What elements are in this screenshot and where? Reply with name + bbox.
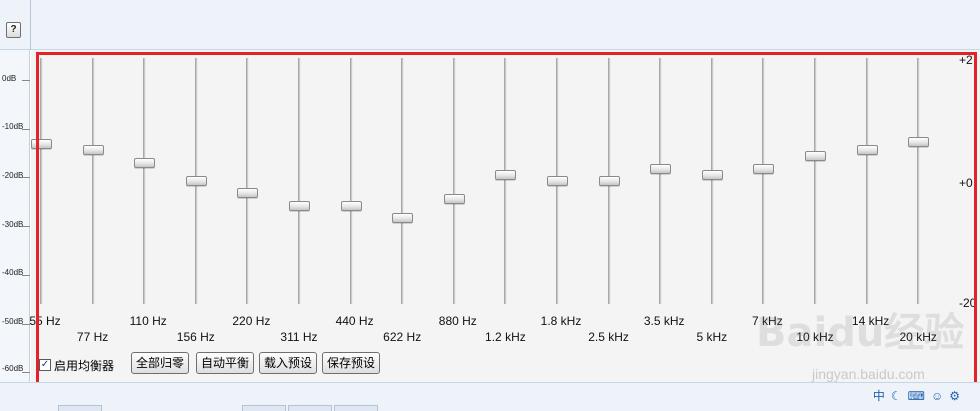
eq-slider-track-13[interactable] [710,58,714,304]
left-db-ruler: 0dB -10dB -20dB -30dB -40dB -50dB -60dB [0,50,30,382]
db-label-2: -20dB [2,171,24,180]
auto-balance-button[interactable]: 自动平衡 [196,352,255,374]
band-frequency-label: 2.5 kHz [588,330,629,344]
eq-slider-thumb-16[interactable] [856,145,878,156]
ruler-tick [22,372,30,374]
ruler-tick [22,80,30,81]
eq-slider-track-17[interactable] [917,58,921,304]
reset-all-button[interactable]: 全部归零 [131,352,190,374]
moon-icon[interactable]: ☾ [891,389,902,403]
taskbar-tab[interactable] [334,405,378,411]
band-frequency-label: 55 Hz [29,314,61,328]
eq-slider-track-0[interactable] [40,58,43,304]
right-scale-mid: +0 [959,176,973,190]
db-label-4: -40dB [2,268,24,277]
check-icon: ✓ [39,359,51,371]
band-frequency-label: 110 Hz [129,314,167,328]
eq-slider-thumb-13[interactable] [701,169,723,180]
eq-slider-track-16[interactable] [865,58,869,304]
load-preset-button[interactable]: 载入预设 [259,352,318,374]
band-frequency-label: 3.5 kHz [643,314,685,328]
db-label-3: -30dB [2,220,24,229]
bottom-taskbar: 中 ☾ ⌨ ☺ ⚙ [0,382,980,411]
db-label-1: -10dB [2,122,24,131]
eq-slider-track-14[interactable] [762,58,766,304]
band-frequency-label: 5 kHz [696,330,728,344]
eq-slider-thumb-4[interactable] [237,188,259,199]
eq-slider-thumb-6[interactable] [340,200,362,211]
enable-equalizer-label: 启用均衡器 [54,358,115,373]
ruler-tick [22,274,30,276]
taskbar-tab[interactable] [58,405,102,411]
eq-slider-track-15[interactable] [814,58,817,304]
eq-slider-track-7[interactable] [401,58,405,304]
band-frequency-label: 311 Hz [280,330,318,344]
eq-slider-track-4[interactable] [246,58,250,304]
eq-slider-thumb-11[interactable] [598,176,620,186]
save-preset-button[interactable]: 保存预设 [322,352,381,374]
eq-slider-track-8[interactable] [452,58,456,304]
eq-slider-thumb-8[interactable] [443,194,465,205]
enable-equalizer-checkbox[interactable]: ✓ 启用均衡器 [39,354,114,376]
right-scale-top: +2 [959,53,973,67]
band-frequency-label: 77 Hz [76,330,109,344]
eq-slider-thumb-2[interactable] [134,157,156,168]
ruler-tick [22,128,30,130]
taskbar-tab[interactable] [288,405,332,411]
settings-icon[interactable]: ⚙ [949,389,960,403]
eq-slider-thumb-17[interactable] [908,136,930,147]
db-label-5: -50dB [2,317,24,326]
eq-slider-thumb-9[interactable] [495,169,517,180]
eq-slider-thumb-7[interactable] [392,212,414,223]
eq-slider-track-6[interactable] [349,58,353,304]
taskbar-tab[interactable] [242,405,286,411]
db-label-6: -60dB [2,364,24,373]
eq-slider-thumb-3[interactable] [185,176,207,186]
eq-slider-thumb-12[interactable] [650,163,672,174]
ime-icon[interactable]: 中 [873,387,885,404]
eq-slider-thumb-14[interactable] [753,163,775,174]
eq-slider-track-5[interactable] [298,58,301,304]
top-toolbar: ? [0,0,980,50]
eq-slider-thumb-0[interactable] [31,139,52,150]
eq-slider-thumb-5[interactable] [289,200,310,211]
system-tray: 中 ☾ ⌨ ☺ ⚙ [873,387,960,404]
band-frequency-label: 440 Hz [335,314,374,328]
eq-slider-track-1[interactable] [91,58,95,304]
band-frequency-label: 1.2 kHz [485,330,526,344]
eq-slider-track-2[interactable] [143,58,147,304]
eq-slider-thumb-1[interactable] [82,145,104,156]
band-frequency-label: 1.8 kHz [540,314,582,328]
keyboard-icon[interactable]: ⌨ [908,389,925,403]
eq-slider-track-9[interactable] [504,58,508,304]
eq-slider-thumb-15[interactable] [805,151,826,162]
eq-slider-thumb-10[interactable] [547,176,568,186]
toolbar-separator [30,0,31,50]
user-icon[interactable]: ☺ [931,389,943,403]
watermark-url: jingyan.baidu.com [812,366,925,382]
ruler-tick [22,177,30,179]
eq-slider-track-12[interactable] [659,58,663,304]
band-frequency-label: 156 Hz [176,330,215,344]
band-frequency-label: 880 Hz [438,314,477,328]
ruler-tick [22,226,30,228]
help-button[interactable]: ? [6,22,21,38]
db-label-0: 0dB [2,74,17,83]
watermark-logo: Baidu经验 [756,310,965,356]
band-frequency-label: 622 Hz [383,330,422,344]
band-frequency-label: 220 Hz [232,314,271,328]
